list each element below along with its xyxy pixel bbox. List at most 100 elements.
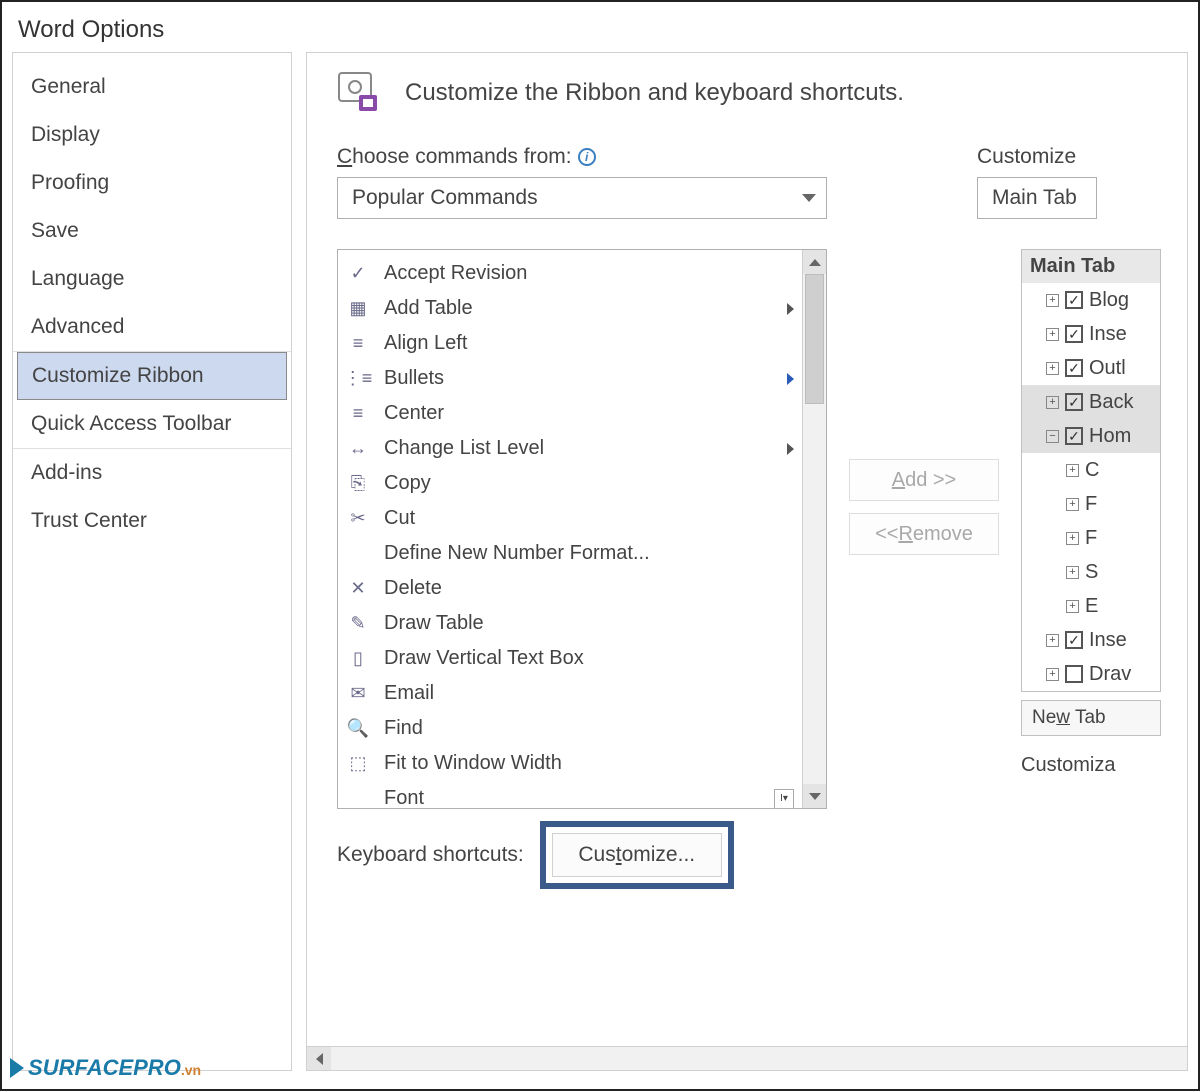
scroll-thumb[interactable]	[805, 274, 824, 404]
command-item[interactable]: ≡Center	[338, 396, 802, 431]
command-icon: 🔍	[346, 717, 370, 741]
checkbox[interactable]: ✓	[1065, 291, 1083, 309]
customize-shortcuts-button[interactable]: Customize...	[552, 833, 722, 877]
tree-label: Inse	[1089, 323, 1127, 346]
command-item[interactable]: Font I▾	[338, 781, 802, 808]
sidebar-item-display[interactable]: Display	[13, 111, 291, 159]
info-icon[interactable]: i	[578, 148, 596, 166]
checkbox[interactable]: ✓	[1065, 359, 1083, 377]
sidebar-item-advanced[interactable]: Advanced	[13, 303, 291, 352]
remove-button[interactable]: << Remove	[849, 513, 999, 555]
submenu-arrow-icon	[787, 443, 794, 455]
checkbox[interactable]	[1065, 665, 1083, 683]
command-icon: ≡	[346, 402, 370, 426]
command-item[interactable]: ⎘Copy	[338, 466, 802, 501]
new-tab-button[interactable]: New Tab	[1021, 700, 1161, 736]
sidebar-item-save[interactable]: Save	[13, 207, 291, 255]
command-item[interactable]: ⬚Fit to Window Width	[338, 746, 802, 781]
tree-header: Main Tab	[1021, 249, 1161, 283]
command-item[interactable]: ↔Change List Level	[338, 431, 802, 466]
command-item[interactable]: ⋮≡Bullets	[338, 361, 802, 396]
command-label: Draw Table	[384, 612, 794, 635]
tree-item[interactable]: +E	[1022, 589, 1160, 623]
tree-item[interactable]: + ✓ Outl	[1022, 351, 1160, 385]
scrollbar-horizontal[interactable]	[307, 1046, 1187, 1070]
expander-icon[interactable]: +	[1046, 634, 1059, 647]
expander-icon[interactable]: +	[1046, 396, 1059, 409]
scroll-left-button[interactable]	[307, 1047, 331, 1070]
sidebar-item-language[interactable]: Language	[13, 255, 291, 303]
expander-icon[interactable]: +	[1046, 328, 1059, 341]
tree-item[interactable]: +✓Blog	[1022, 283, 1160, 317]
tree-item[interactable]: + ✓ Inse	[1022, 317, 1160, 351]
choose-commands-value: Popular Commands	[352, 186, 538, 210]
command-label: Copy	[384, 472, 794, 495]
command-label: Email	[384, 682, 794, 705]
expander-icon[interactable]: +	[1046, 294, 1059, 307]
command-icon: ✎	[346, 612, 370, 636]
tree-item[interactable]: + ✓ Inse	[1022, 623, 1160, 657]
commands-listbox[interactable]: ✓Accept Revision▦Add Table ≡ Align Left ⋮≡B…	[337, 249, 827, 809]
scroll-up-button[interactable]	[803, 250, 826, 274]
checkbox[interactable]: ✓	[1065, 393, 1083, 411]
expander-icon[interactable]: −	[1046, 430, 1059, 443]
watermark-logo: SURFACEPRO.vn	[10, 1055, 201, 1081]
command-label: Find	[384, 717, 794, 740]
add-button[interactable]: Add >>	[849, 459, 999, 501]
tree-item[interactable]: +F	[1022, 487, 1160, 521]
customizations-label: Customiza	[1021, 754, 1161, 777]
expander-icon[interactable]: +	[1066, 464, 1079, 477]
ribbon-tree[interactable]: +✓Blog+✓Inse+✓Outl+✓Back−✓Hom+C+F+F+S+E+…	[1021, 283, 1161, 692]
scrollbar-vertical[interactable]	[802, 250, 826, 808]
sidebar-item-quick-access[interactable]: Quick Access Toolbar	[13, 400, 291, 449]
tree-label: Outl	[1089, 357, 1126, 380]
tree-label: Hom	[1089, 425, 1131, 448]
sidebar-item-addins[interactable]: Add-ins	[13, 449, 291, 497]
command-icon: ⬚	[346, 752, 370, 776]
tree-label: Back	[1089, 391, 1133, 414]
expander-icon[interactable]: +	[1066, 600, 1079, 613]
command-item[interactable]: ✉Email	[338, 676, 802, 711]
command-item[interactable]: ≡ Align Left	[338, 326, 802, 361]
tree-item[interactable]: +Drav	[1022, 657, 1160, 691]
tree-label: F	[1085, 493, 1097, 516]
font-picker-icon[interactable]: I▾	[774, 789, 794, 809]
tree-item[interactable]: +F	[1022, 521, 1160, 555]
command-icon: ≡	[346, 332, 370, 356]
command-label: Font	[384, 787, 760, 808]
command-item[interactable]: 🔍 Find	[338, 711, 802, 746]
command-item[interactable]: ✎ Draw Table	[338, 606, 802, 641]
expander-icon[interactable]: +	[1046, 668, 1059, 681]
sidebar-item-trust-center[interactable]: Trust Center	[13, 497, 291, 545]
command-label: Align Left	[384, 332, 794, 355]
sidebar-item-proofing[interactable]: Proofing	[13, 159, 291, 207]
tree-item[interactable]: +C	[1022, 453, 1160, 487]
expander-icon[interactable]: +	[1066, 566, 1079, 579]
main-panel: Customize the Ribbon and keyboard shortc…	[306, 52, 1188, 1071]
tree-item[interactable]: +S	[1022, 555, 1160, 589]
tree-label: S	[1085, 561, 1098, 584]
choose-commands-dropdown[interactable]: Popular Commands	[337, 177, 827, 219]
command-item[interactable]: ✓Accept Revision	[338, 256, 802, 291]
command-item[interactable]: ▯Draw Vertical Text Box	[338, 641, 802, 676]
tree-item[interactable]: + ✓ Back	[1022, 385, 1160, 419]
command-item[interactable]: ▦Add Table	[338, 291, 802, 326]
customize-ribbon-dropdown[interactable]: Main Tab	[977, 177, 1097, 219]
command-label: Bullets	[384, 367, 773, 390]
checkbox[interactable]: ✓	[1065, 631, 1083, 649]
command-icon: ↔	[346, 437, 370, 461]
command-item[interactable]: Define New Number Format...	[338, 536, 802, 571]
tree-label: Inse	[1089, 629, 1127, 652]
scroll-down-button[interactable]	[803, 784, 826, 808]
checkbox[interactable]: ✓	[1065, 427, 1083, 445]
sidebar-item-general[interactable]: General	[13, 63, 291, 111]
expander-icon[interactable]: +	[1046, 362, 1059, 375]
command-icon: ✂	[346, 507, 370, 531]
tree-item[interactable]: −✓ Hom	[1022, 419, 1160, 453]
command-item[interactable]: ✂Cut	[338, 501, 802, 536]
command-item[interactable]: ✕Delete	[338, 571, 802, 606]
expander-icon[interactable]: +	[1066, 498, 1079, 511]
sidebar-item-customize-ribbon[interactable]: Customize Ribbon	[17, 352, 287, 400]
checkbox[interactable]: ✓	[1065, 325, 1083, 343]
expander-icon[interactable]: +	[1066, 532, 1079, 545]
